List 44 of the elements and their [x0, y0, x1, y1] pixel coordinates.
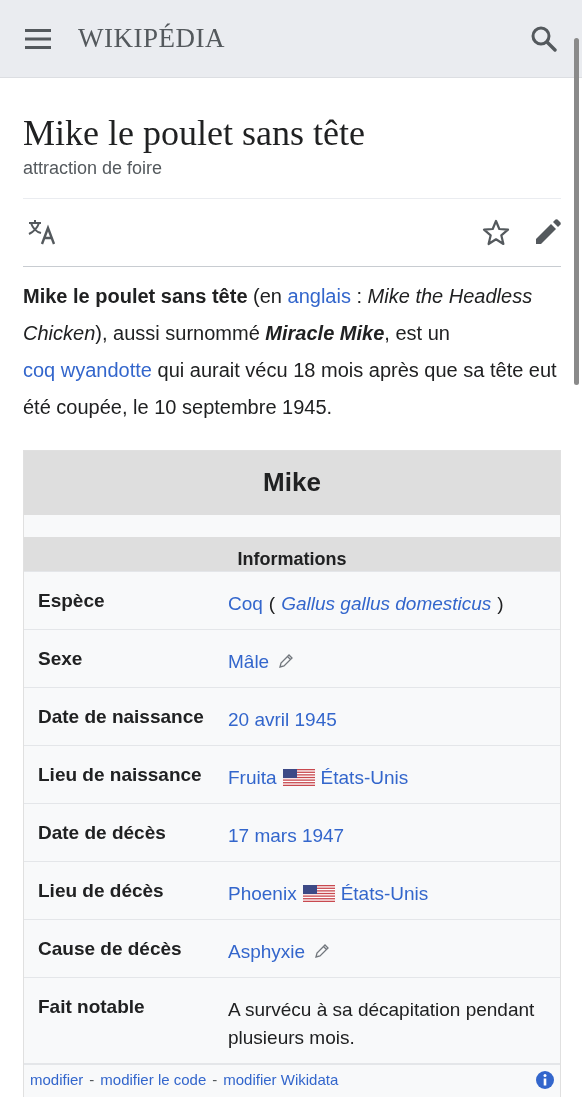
row-label: Lieu de naissance [38, 762, 203, 787]
page-subtitle: attraction de foire [23, 157, 561, 199]
value-link[interactable]: 17 mars 1947 [228, 824, 345, 846]
intro-paragraph: Mike le poulet sans tête (en anglais : Mike the Headless Chicken), aussi surnommé Miracle Mike, est un coq wyandotte qui aurait vécu 18 mois après que sa tête eut été coupée, le 10 septembre 1945. [23, 283, 558, 420]
menu-icon[interactable] [25, 27, 51, 50]
value-link[interactable]: 20 avril 1945 [228, 708, 337, 730]
value-link[interactable]: Asphyxie [228, 940, 306, 962]
row-label: Date de naissance [38, 704, 205, 729]
flag-icon [302, 884, 335, 902]
separator: - [89, 1071, 95, 1089]
star-icon[interactable] [482, 218, 510, 246]
wikipedia-logo[interactable]: WIKIPÉDIA [78, 23, 225, 54]
info-icon[interactable] [536, 1070, 554, 1089]
value-link[interactable]: Phoenix [228, 882, 297, 904]
value-text: A survécu à sa décapitation pendant plusieurs mois. [228, 998, 535, 1048]
value-link[interactable]: Coq [228, 592, 263, 614]
infobox-section-header: Informations [24, 536, 560, 571]
page-title: Mike le poulet sans tête [23, 114, 366, 154]
value-text: ) [497, 592, 504, 614]
row-label: Cause de décès [38, 936, 183, 961]
value-link[interactable]: Fruita [228, 766, 277, 788]
row-label: Sexe [38, 646, 84, 671]
flag-icon [282, 768, 315, 786]
footer-link[interactable]: modifier Wikidata [223, 1071, 339, 1089]
separator: - [212, 1071, 218, 1089]
article-link[interactable]: coq wyandotte [23, 358, 152, 381]
row-label: Espèce [38, 588, 106, 613]
value-link[interactable]: États-Unis [320, 766, 409, 788]
value-link[interactable]: États-Unis [340, 882, 429, 904]
value-link[interactable]: Mâle [228, 650, 270, 672]
row-label: Date de décès [38, 820, 167, 845]
language-icon[interactable] [27, 219, 57, 246]
edit-icon[interactable] [534, 218, 561, 246]
search-icon[interactable] [531, 25, 557, 52]
value-link[interactable]: Gallus gallus domesticus [281, 592, 492, 614]
footer-link[interactable]: modifier [30, 1071, 84, 1089]
footer-link[interactable]: modifier le code [100, 1071, 207, 1089]
infobox-title: Mike [24, 450, 560, 515]
pencil-icon[interactable] [279, 653, 294, 668]
value-text: ( [268, 592, 276, 614]
article-link[interactable]: anglais [287, 284, 351, 307]
row-label: Lieu de décès [38, 878, 165, 903]
pencil-icon[interactable] [315, 943, 330, 958]
row-label: Fait notable [38, 994, 146, 1019]
